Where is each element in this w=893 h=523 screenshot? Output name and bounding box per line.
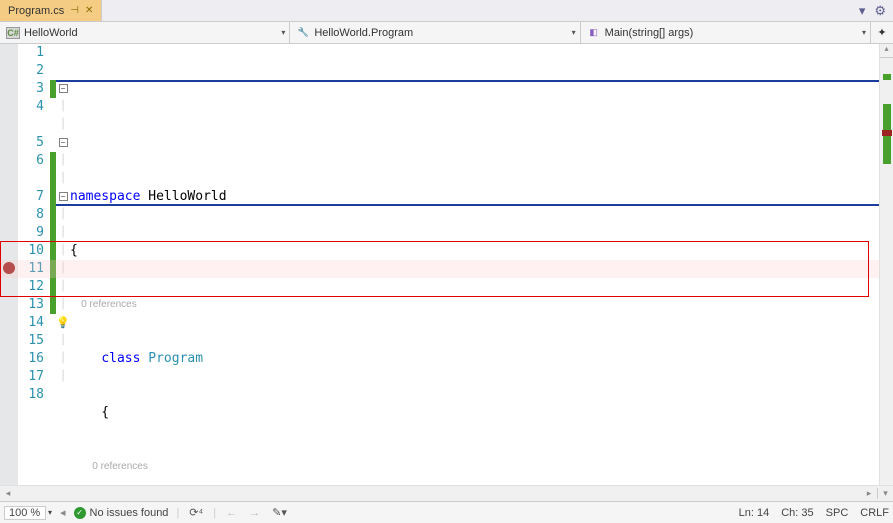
scroll-right-icon[interactable]: ▸ xyxy=(861,488,877,499)
code-editor[interactable]: 123456789101112131415161718 − │ │ − │ │ … xyxy=(0,44,893,485)
line-ending[interactable]: CRLF xyxy=(860,507,889,519)
horizontal-scrollbar[interactable]: ◂ ▸ ▾ xyxy=(0,485,893,501)
scroll-left-icon[interactable]: ◂ xyxy=(0,488,16,499)
overview-change-mark xyxy=(883,74,891,80)
tab-bar: Program.cs ⊣ ✕ ▾ ⚙ xyxy=(0,0,893,22)
split-icon: ✦ xyxy=(877,26,886,39)
nav-method-text: Main(string[] args) xyxy=(605,27,694,39)
pin-icon[interactable]: ⊣ xyxy=(70,5,79,16)
chevron-down-icon: ▾ xyxy=(281,28,285,37)
fold-toggle[interactable]: − xyxy=(59,84,68,93)
chevron-down-icon: ▾ xyxy=(862,28,866,37)
status-bar: 100 % ▾ ◂ ✓ No issues found | ⟳⁴ | ← → ✎… xyxy=(0,501,893,523)
fold-toggle[interactable]: − xyxy=(59,192,68,201)
chevron-down-icon[interactable]: ▾ xyxy=(48,508,52,517)
overview-breakpoint-mark xyxy=(882,130,892,136)
overview-ruler[interactable]: ▴ xyxy=(879,44,893,485)
nav-namespace[interactable]: C# HelloWorld ▾ xyxy=(0,22,290,43)
scroll-up-icon[interactable]: ▴ xyxy=(880,44,893,58)
nav-method[interactable]: ◧ Main(string[] args) ▾ xyxy=(581,22,871,43)
codelens-references[interactable]: 0 references xyxy=(70,296,879,314)
tab-filename: Program.cs xyxy=(8,5,64,17)
class-icon: 🔧 xyxy=(296,27,310,39)
check-icon: ✓ xyxy=(74,507,86,519)
nav-forward-icon[interactable]: → xyxy=(247,507,262,519)
indent-mode[interactable]: SPC xyxy=(826,507,849,519)
navigation-bar: C# HelloWorld ▾ 🔧 HelloWorld.Program ▾ ◧… xyxy=(0,22,893,44)
cursor-line[interactable]: Ln: 14 xyxy=(739,507,770,519)
cursor-char[interactable]: Ch: 35 xyxy=(781,507,813,519)
gear-icon[interactable]: ⚙ xyxy=(871,3,889,19)
nav-namespace-text: HelloWorld xyxy=(24,27,78,39)
separator: | xyxy=(176,507,179,519)
breakpoint-gutter[interactable] xyxy=(0,44,18,485)
csharp-icon: C# xyxy=(6,27,20,39)
close-icon[interactable]: ✕ xyxy=(85,5,93,16)
issues-indicator[interactable]: ✓ No issues found xyxy=(74,507,169,519)
scroll-down-icon[interactable]: ▾ xyxy=(877,488,893,499)
chevron-down-icon[interactable]: ▾ xyxy=(856,3,869,19)
chevron-down-icon: ▾ xyxy=(572,28,576,37)
issues-text: No issues found xyxy=(90,507,169,519)
line-number-gutter: 123456789101112131415161718 xyxy=(18,44,50,485)
nav-back-icon[interactable]: ← xyxy=(224,507,239,519)
fold-toggle[interactable]: − xyxy=(59,138,68,147)
tab-bar-actions: ▾ ⚙ xyxy=(856,0,893,21)
scroll-track[interactable] xyxy=(16,486,861,501)
nav-class[interactable]: 🔧 HelloWorld.Program ▾ xyxy=(290,22,580,43)
split-window-button[interactable]: ✦ xyxy=(871,22,893,43)
lightbulb-icon[interactable]: 💡 xyxy=(56,316,70,329)
sync-icon[interactable]: ⟳⁴ xyxy=(187,506,205,519)
code-content[interactable]: namespace HelloWorld { 0 references clas… xyxy=(70,44,879,485)
codelens-references[interactable]: 0 references xyxy=(70,458,879,476)
separator: | xyxy=(213,507,216,519)
nav-class-text: HelloWorld.Program xyxy=(314,27,413,39)
tool-icon[interactable]: ✎▾ xyxy=(270,506,289,519)
zoom-control[interactable]: 100 % ▾ xyxy=(4,506,52,520)
fold-gutter[interactable]: − │ │ − │ │ − │ │ │ │ │ │ 💡 │ │ │ xyxy=(56,44,70,485)
breakpoint-icon[interactable] xyxy=(3,262,15,274)
file-tab[interactable]: Program.cs ⊣ ✕ xyxy=(0,0,102,21)
method-icon: ◧ xyxy=(587,27,601,39)
zoom-value[interactable]: 100 % xyxy=(4,506,46,520)
chevron-left-icon[interactable]: ◂ xyxy=(60,506,66,519)
